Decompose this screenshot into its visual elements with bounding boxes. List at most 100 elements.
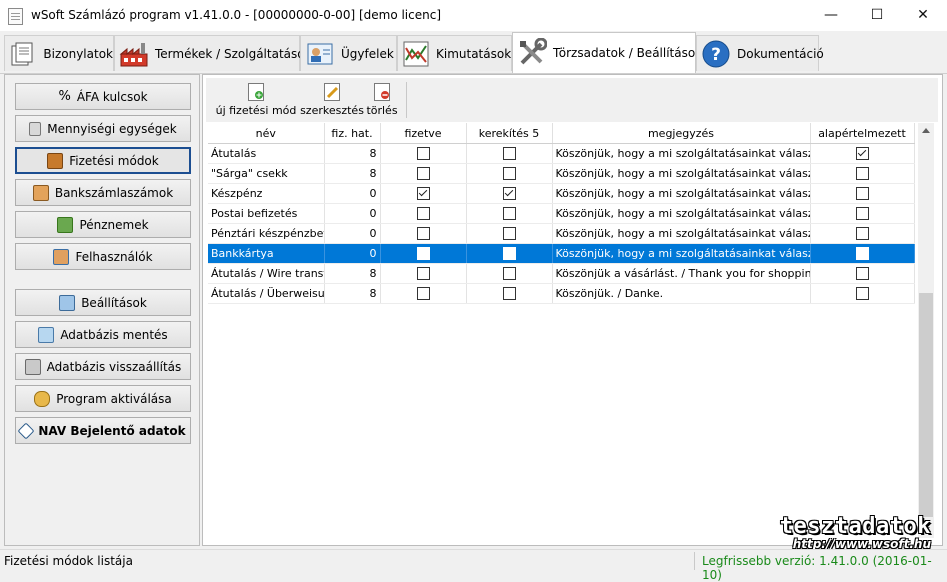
sidebar-item-adatbazis-mentes[interactable]: Adatbázis mentés xyxy=(15,321,191,348)
cell-note[interactable]: Köszönjük, hogy a mi szolgáltatásainkat … xyxy=(552,223,811,244)
table-row[interactable]: Átutalás / Überweisung8 Köszönjük. / Dank… xyxy=(208,283,915,304)
default-checkbox[interactable] xyxy=(855,147,869,161)
round5-checkbox[interactable] xyxy=(502,207,516,221)
default-checkbox[interactable] xyxy=(855,227,869,241)
column-header-round5[interactable]: kerekítés 5 xyxy=(466,123,553,144)
scroll-up-icon[interactable] xyxy=(922,128,930,133)
close-button[interactable]: ✕ xyxy=(900,0,946,31)
paid-checkbox[interactable] xyxy=(416,287,430,301)
column-header-default[interactable]: alapértelmezett xyxy=(810,123,915,144)
cell-days[interactable]: 0 xyxy=(324,183,381,204)
default-checkbox[interactable] xyxy=(855,247,869,261)
column-header-note[interactable]: megjegyzés xyxy=(552,123,811,144)
tab-dokumentacio[interactable]: ? Dokumentáció xyxy=(696,35,824,71)
cell-note[interactable]: Köszönjük, hogy a mi szolgáltatásainkat … xyxy=(552,163,811,184)
cell-name[interactable]: Átutalás / Wire transfer xyxy=(208,263,325,284)
cell-days[interactable]: 8 xyxy=(324,163,381,184)
sidebar-item-nav-bejelento[interactable]: NAV Bejelentő adatok xyxy=(15,417,191,444)
maximize-button[interactable]: ☐ xyxy=(854,0,900,31)
percent-icon: % xyxy=(58,88,71,104)
sidebar-item-beallitasok[interactable]: Beállítások xyxy=(15,289,191,316)
paid-checkbox[interactable] xyxy=(416,187,430,201)
column-header-name[interactable]: név xyxy=(208,123,325,144)
paid-checkbox[interactable] xyxy=(416,267,430,281)
cell-note[interactable]: Köszönjük, hogy a mi szolgáltatásainkat … xyxy=(552,203,811,224)
cell-note[interactable]: Köszönjük. / Danke. xyxy=(552,283,811,304)
cell-name[interactable]: "Sárga" csekk xyxy=(208,163,325,184)
table-row[interactable]: Készpénz 0 Köszönjük, hogy a mi szolgáltat… xyxy=(208,183,915,204)
cell-days[interactable]: 8 xyxy=(324,263,381,284)
cell-name[interactable]: Készpénz xyxy=(208,183,325,204)
table-row[interactable]: Bankkártya 0 Köszönjük, hogy a mi szolgált… xyxy=(208,243,915,264)
tab-kimutatasok[interactable]: Kimutatások xyxy=(397,35,512,71)
cell-name[interactable]: Postai befizetés xyxy=(208,203,325,224)
edit-label: szerkesztés xyxy=(300,104,364,117)
round5-checkbox[interactable] xyxy=(502,247,516,261)
table-row[interactable]: Postai befizetés 0 Köszönjük, hogy a mi sz… xyxy=(208,203,915,224)
tab-bizonylatok[interactable]: Bizonylatok xyxy=(4,35,114,71)
default-checkbox[interactable] xyxy=(855,287,869,301)
cell-name[interactable]: Átutalás / Überweisung xyxy=(208,283,325,304)
cell-note[interactable]: Köszönjük a vásárlást. / Thank you for s… xyxy=(552,263,811,284)
cell-note[interactable]: Köszönjük, hogy a mi szolgáltatásainkat … xyxy=(552,143,811,164)
paid-checkbox[interactable] xyxy=(416,247,430,261)
cell-name[interactable]: Átutalás xyxy=(208,143,325,164)
round5-checkbox[interactable] xyxy=(502,147,516,161)
sidebar-item-felhasznalok[interactable]: Felhasználók xyxy=(15,243,191,270)
sidebar-item-fizetesi-modok[interactable]: Fizetési módok xyxy=(15,147,191,174)
delete-button[interactable]: törlés xyxy=(364,80,400,120)
tab-torzsadatok[interactable]: Törzsadatok / Beállítások xyxy=(512,32,702,73)
paid-checkbox[interactable] xyxy=(416,227,430,241)
default-checkbox[interactable] xyxy=(855,207,869,221)
round5-cell xyxy=(466,183,553,204)
help-icon: ? xyxy=(701,39,731,69)
tab-label: Dokumentáció xyxy=(737,46,824,61)
default-checkbox[interactable] xyxy=(855,267,869,281)
round5-checkbox[interactable] xyxy=(502,227,516,241)
edit-button[interactable]: szerkesztés xyxy=(300,80,364,120)
round5-checkbox[interactable] xyxy=(502,267,516,281)
tab-label: Ügyfelek xyxy=(341,46,394,61)
settings-icon xyxy=(59,294,76,311)
toolbar: új fizetési mód szerkesztés törlés xyxy=(206,78,938,122)
sidebar-item-program-aktivalasa[interactable]: Program aktiválása xyxy=(15,385,191,412)
paid-checkbox[interactable] xyxy=(416,147,430,161)
tab-termekek[interactable]: Termékek / Szolgáltatások xyxy=(114,35,312,71)
cell-days[interactable]: 8 xyxy=(324,283,381,304)
round5-checkbox[interactable] xyxy=(502,287,516,301)
default-checkbox[interactable] xyxy=(855,167,869,181)
round5-cell xyxy=(466,263,553,284)
cell-note[interactable]: Köszönjük, hogy a mi szolgáltatásainkat … xyxy=(552,243,811,264)
cell-days[interactable]: 0 xyxy=(324,243,381,264)
round5-checkbox[interactable] xyxy=(502,187,516,201)
vertical-scrollbar[interactable] xyxy=(918,123,934,538)
paid-cell xyxy=(380,163,467,184)
table-row[interactable]: "Sárga" csekk 8 Köszönjük, hogy a mi szolg… xyxy=(208,163,915,184)
new-payment-method-button[interactable]: új fizetési mód xyxy=(210,80,302,120)
cell-name[interactable]: Bankkártya xyxy=(208,243,325,264)
sidebar-item-mennyisegi-egysegek[interactable]: Mennyiségi egységek xyxy=(15,115,191,142)
cell-note[interactable]: Köszönjük, hogy a mi szolgáltatásainkat … xyxy=(552,183,811,204)
table-row[interactable]: Pénztári készpénzbefizetés0 Köszönjük, ho… xyxy=(208,223,915,244)
table-row[interactable]: Átutalás 8 Köszönjük, hogy a mi szolgáltat… xyxy=(208,143,915,164)
scrollbar-thumb[interactable] xyxy=(919,293,933,517)
default-checkbox[interactable] xyxy=(855,187,869,201)
paid-checkbox[interactable] xyxy=(416,167,430,181)
table-row[interactable]: Átutalás / Wire transfer8 Köszönjük a vás… xyxy=(208,263,915,284)
cell-name[interactable]: Pénztári készpénzbefizetés xyxy=(208,223,325,244)
delete-label: törlés xyxy=(366,104,398,117)
sidebar-item-penznemek[interactable]: Pénznemek xyxy=(15,211,191,238)
sidebar-item-afa-kulcsok[interactable]: % ÁFA kulcsok xyxy=(15,83,191,110)
tab-ugyfelek[interactable]: Ügyfelek xyxy=(300,35,397,71)
cell-days[interactable]: 0 xyxy=(324,223,381,244)
paid-checkbox[interactable] xyxy=(416,207,430,221)
sidebar-item-adatbazis-visszaallitas[interactable]: Adatbázis visszaállítás xyxy=(15,353,191,380)
cell-days[interactable]: 8 xyxy=(324,143,381,164)
column-header-days[interactable]: fiz. hat. xyxy=(324,123,381,144)
sidebar-item-bankszamlaszamok[interactable]: Bankszámlaszámok xyxy=(15,179,191,206)
column-header-paid[interactable]: fizetve xyxy=(380,123,467,144)
minimize-button[interactable]: — xyxy=(808,0,854,31)
cell-days[interactable]: 0 xyxy=(324,203,381,224)
round5-checkbox[interactable] xyxy=(502,167,516,181)
sidebar: % ÁFA kulcsok Mennyiségi egységek Fizeté… xyxy=(4,74,200,546)
